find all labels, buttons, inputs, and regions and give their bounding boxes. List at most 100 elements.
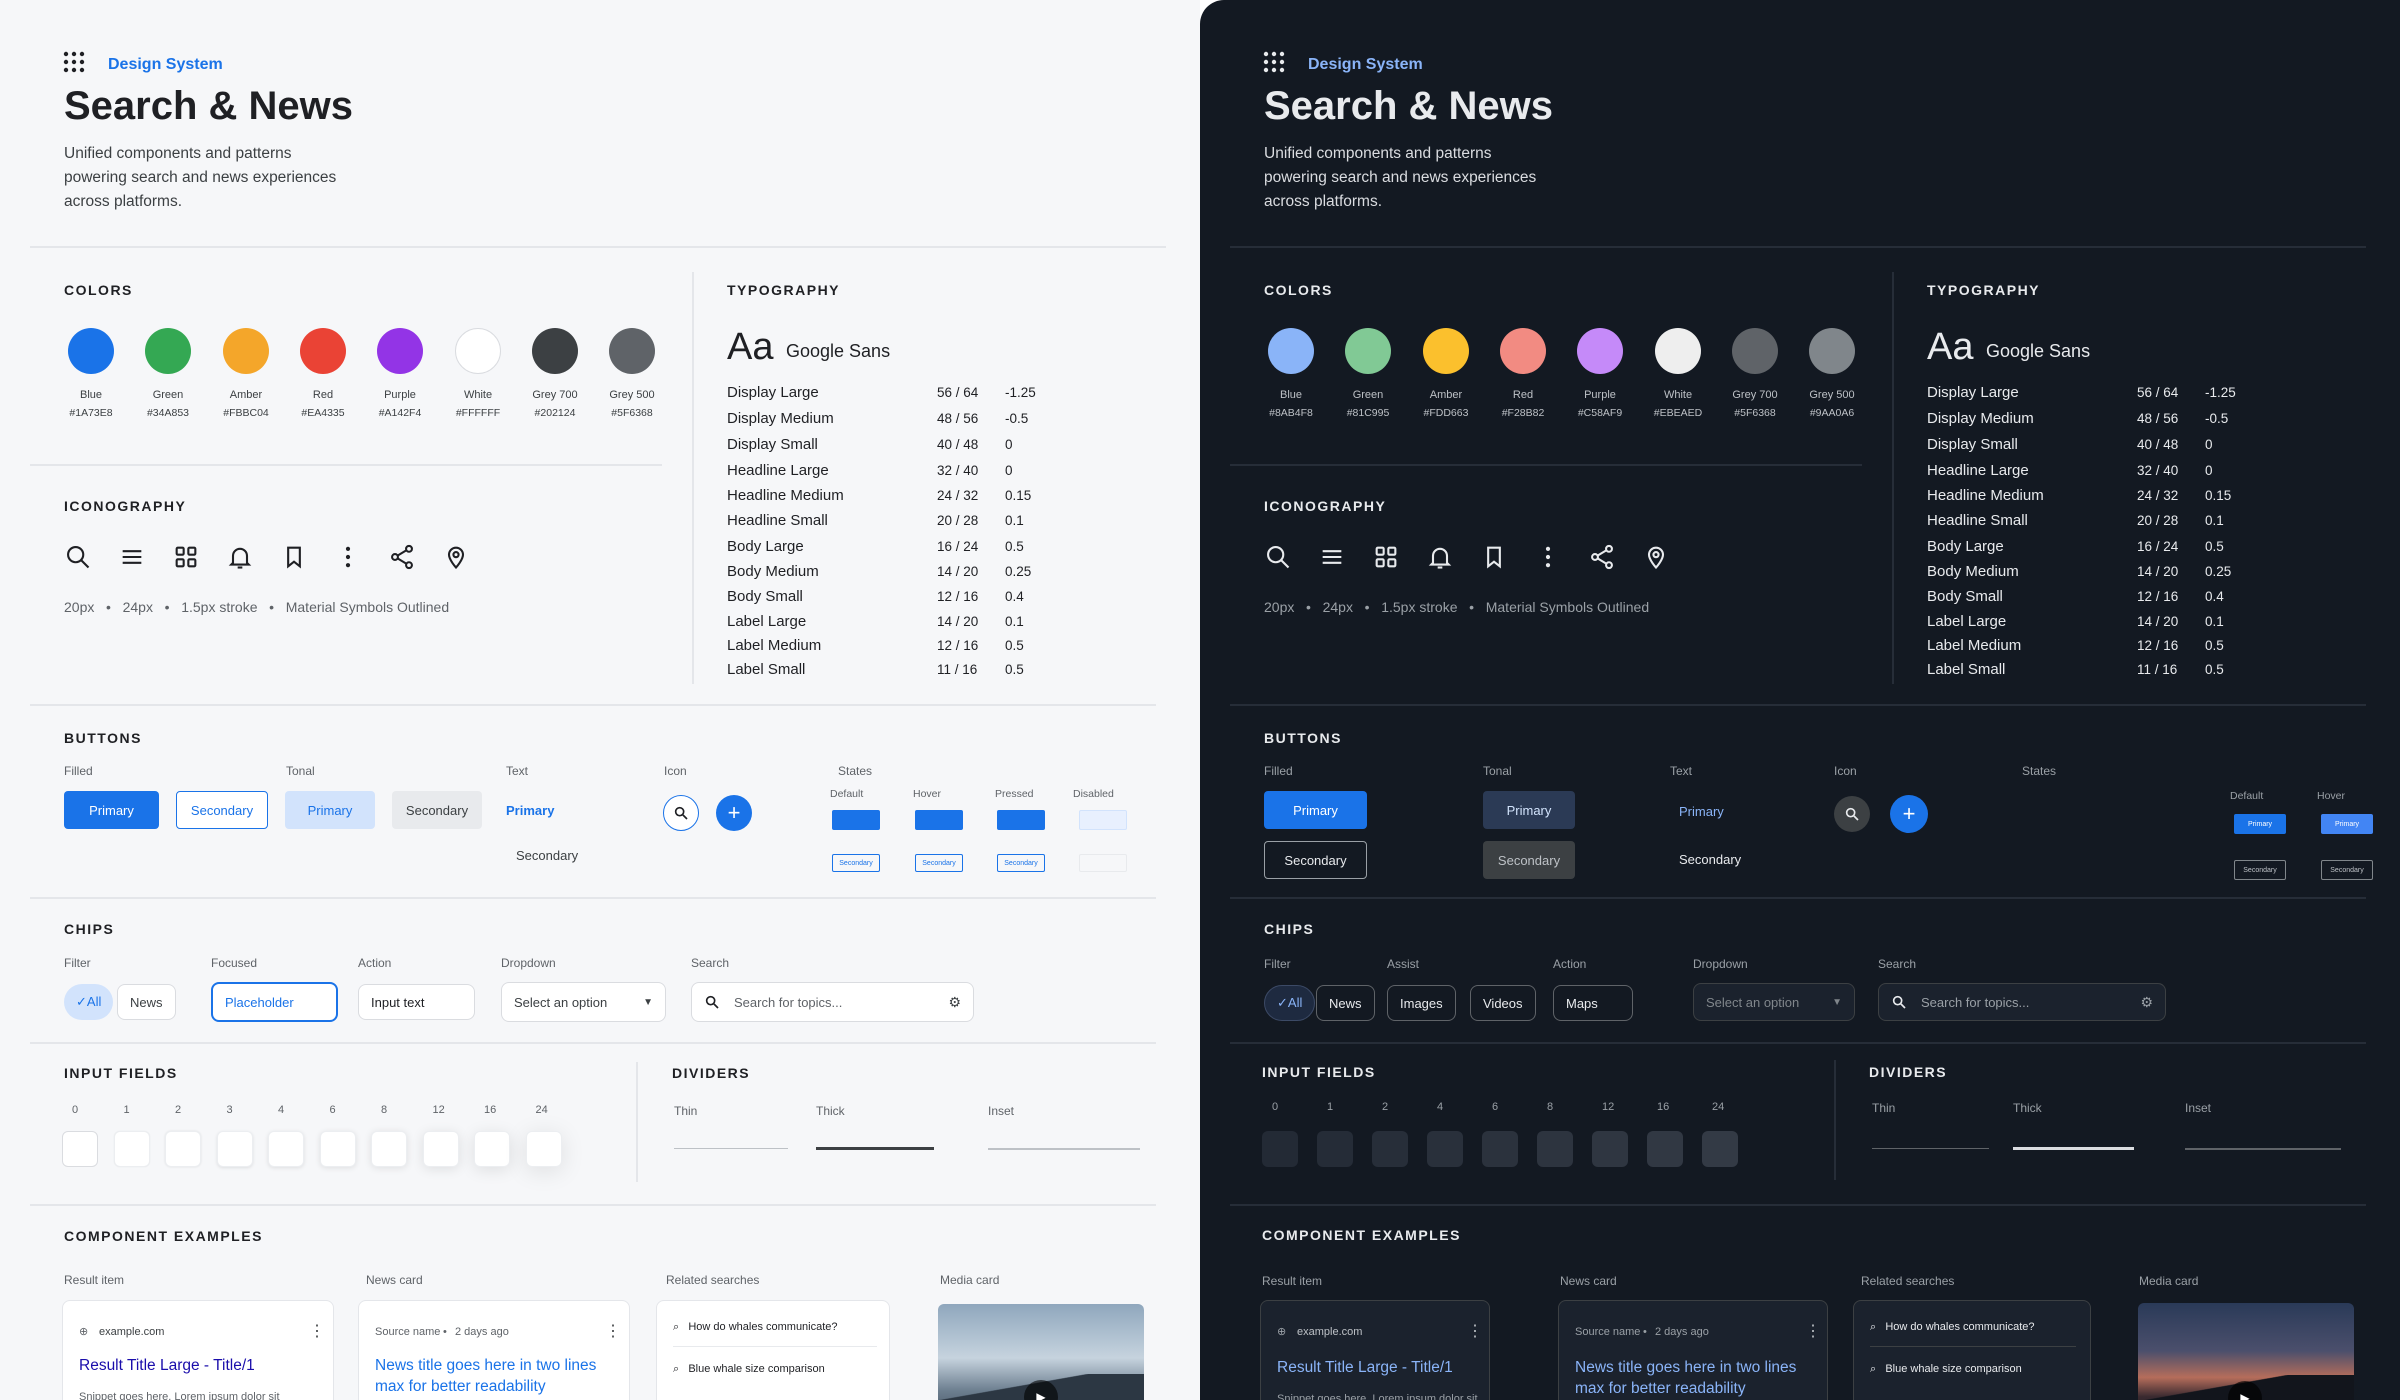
state-secondary-default[interactable]: Secondary	[832, 854, 880, 872]
news-card[interactable]: Source name • 2 days ago ⋮ News title go…	[1558, 1300, 1828, 1400]
elevation-sample-12[interactable]	[1592, 1131, 1628, 1167]
apps-grid-icon[interactable]	[1262, 50, 1286, 74]
bell-icon[interactable]	[226, 543, 254, 571]
state-secondary-pressed[interactable]: Secondary	[997, 854, 1045, 872]
color-swatch-white[interactable]	[1655, 328, 1701, 374]
menu-icon[interactable]	[118, 543, 146, 571]
bookmark-icon[interactable]	[280, 543, 308, 571]
apps-icon[interactable]	[1372, 543, 1400, 571]
elevation-sample-0[interactable]	[62, 1131, 98, 1167]
result-item-card[interactable]: ⊕ example.com ⋮ Result Title Large - Tit…	[62, 1300, 334, 1400]
apps-grid-icon[interactable]	[62, 50, 86, 74]
state-secondary-hover[interactable]: Secondary	[2321, 860, 2373, 880]
color-swatch-amber[interactable]	[1423, 328, 1469, 374]
search-field[interactable]: Search for topics... ⚙	[1878, 983, 2166, 1021]
color-swatch-purple[interactable]	[1577, 328, 1623, 374]
icon-button-filled[interactable]: +	[716, 795, 752, 831]
media-card-image[interactable]: ▶	[938, 1304, 1144, 1400]
related-search-item[interactable]: ⌕ Blue whale size comparison	[673, 1363, 877, 1389]
elevation-sample-0[interactable]	[1262, 1131, 1298, 1167]
news-title[interactable]: News title goes here in two lines max fo…	[1575, 1357, 1815, 1399]
elevation-sample-6[interactable]	[1482, 1131, 1518, 1167]
tune-icon[interactable]: ⚙	[2140, 994, 2153, 1011]
tonal-primary-button[interactable]: Primary	[285, 791, 375, 829]
related-search-item[interactable]: ⌕ How do whales communicate?	[673, 1321, 877, 1347]
elevation-sample-8[interactable]	[1537, 1131, 1573, 1167]
state-secondary-disabled[interactable]	[1079, 854, 1127, 872]
color-swatch-red[interactable]	[1500, 328, 1546, 374]
text-secondary-button[interactable]: Secondary	[1679, 844, 1759, 874]
related-search-item[interactable]: ⌕ How do whales communicate?	[1870, 1321, 2076, 1347]
action-chip-maps[interactable]: Maps	[1553, 985, 1633, 1021]
elevation-sample-4[interactable]	[268, 1131, 304, 1167]
tonal-primary-button[interactable]: Primary	[1483, 791, 1575, 829]
location-pin-icon[interactable]	[1642, 543, 1670, 571]
search-icon[interactable]	[64, 543, 92, 571]
state-primary-default[interactable]	[832, 810, 880, 830]
elevation-sample-1[interactable]	[1317, 1131, 1353, 1167]
color-swatch-grey-500[interactable]	[1809, 328, 1855, 374]
apps-icon[interactable]	[172, 543, 200, 571]
menu-icon[interactable]	[1318, 543, 1346, 571]
state-primary-pressed[interactable]	[997, 810, 1045, 830]
news-title[interactable]: News title goes here in two lines max fo…	[375, 1355, 615, 1397]
share-icon[interactable]	[1588, 543, 1616, 571]
color-swatch-white[interactable]	[455, 328, 501, 374]
state-primary-default[interactable]: Primary	[2234, 814, 2286, 834]
elevation-sample-24[interactable]	[525, 1131, 562, 1167]
color-swatch-blue[interactable]	[68, 328, 114, 374]
elevation-sample-12[interactable]	[422, 1131, 459, 1167]
state-primary-hover[interactable]: Primary	[2321, 814, 2373, 834]
media-card-image[interactable]: ▶	[2138, 1303, 2354, 1400]
bookmark-icon[interactable]	[1480, 543, 1508, 571]
share-icon[interactable]	[388, 543, 416, 571]
dropdown-select[interactable]: Select an option ▼	[501, 982, 666, 1022]
elevation-sample-2[interactable]	[165, 1131, 201, 1167]
more-vert-icon[interactable]: ⋮	[1805, 1321, 1821, 1341]
result-title[interactable]: Result Title Large - Title/1	[79, 1355, 255, 1376]
more-vert-icon[interactable]: ⋮	[605, 1321, 621, 1341]
more-vert-icon[interactable]	[334, 543, 362, 571]
elevation-sample-3[interactable]	[216, 1131, 253, 1167]
bell-icon[interactable]	[1426, 543, 1454, 571]
tonal-secondary-button[interactable]: Secondary	[1483, 841, 1575, 879]
dropdown-select[interactable]: Select an option ▼	[1693, 983, 1855, 1021]
assist-chip-images[interactable]: Images	[1387, 985, 1456, 1021]
filled-secondary-button[interactable]: Secondary	[176, 791, 268, 829]
filter-chip-news[interactable]: News	[1316, 985, 1375, 1021]
state-secondary-default[interactable]: Secondary	[2234, 860, 2286, 880]
assist-chip-videos[interactable]: Videos	[1470, 985, 1536, 1021]
color-swatch-grey-700[interactable]	[532, 328, 578, 374]
color-swatch-amber[interactable]	[223, 328, 269, 374]
state-primary-hover[interactable]	[915, 810, 963, 830]
filter-chip-news[interactable]: News	[117, 984, 176, 1020]
elevation-sample-8[interactable]	[371, 1131, 407, 1167]
filled-secondary-button[interactable]: Secondary	[1264, 841, 1367, 879]
result-item-card[interactable]: ⊕ example.com ⋮ Result Title Large - Tit…	[1260, 1300, 1490, 1400]
more-vert-icon[interactable]	[1534, 543, 1562, 571]
related-search-item[interactable]: ⌕ Blue whale size comparison	[1870, 1363, 2076, 1389]
color-swatch-grey-700[interactable]	[1732, 328, 1778, 374]
elevation-sample-6[interactable]	[319, 1131, 356, 1167]
news-card[interactable]: Source name • 2 days ago ⋮ News title go…	[358, 1300, 630, 1400]
icon-button-filled[interactable]: +	[1890, 795, 1928, 833]
filled-primary-button[interactable]: Primary	[64, 791, 159, 829]
color-swatch-red[interactable]	[300, 328, 346, 374]
state-secondary-hover[interactable]: Secondary	[915, 854, 963, 872]
filter-chip-all[interactable]: ✓All	[64, 984, 114, 1020]
text-primary-button[interactable]: Primary	[506, 795, 570, 825]
icon-button-outlined[interactable]	[663, 795, 699, 831]
text-primary-button[interactable]: Primary	[1679, 796, 1743, 826]
action-input[interactable]: Input text	[358, 984, 475, 1020]
search-field[interactable]: Search for topics... ⚙	[691, 982, 974, 1022]
state-primary-disabled[interactable]	[1079, 810, 1127, 830]
elevation-sample-16[interactable]	[1647, 1131, 1683, 1167]
icon-button-tonal[interactable]	[1834, 796, 1870, 832]
filled-primary-button[interactable]: Primary	[1264, 791, 1367, 829]
color-swatch-green[interactable]	[145, 328, 191, 374]
tune-icon[interactable]: ⚙	[948, 994, 961, 1011]
elevation-sample-24[interactable]	[1702, 1131, 1738, 1167]
elevation-sample-16[interactable]	[474, 1131, 510, 1167]
text-secondary-button[interactable]: Secondary	[516, 840, 596, 870]
elevation-sample-2[interactable]	[1372, 1131, 1408, 1167]
